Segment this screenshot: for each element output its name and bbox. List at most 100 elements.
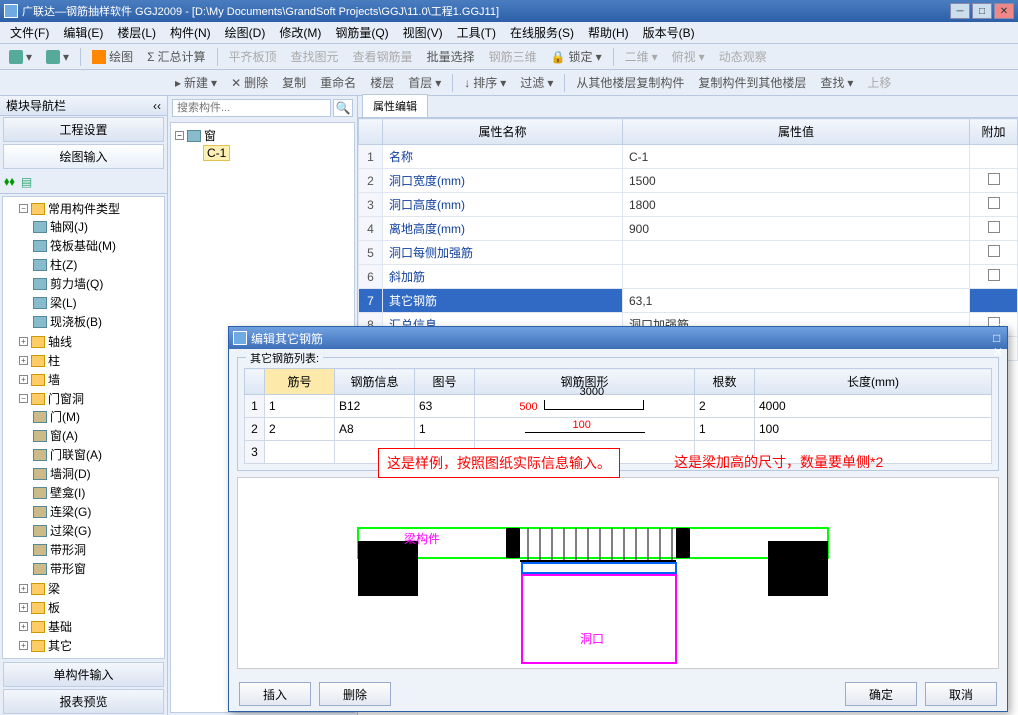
copy-to-floor-button[interactable]: 复制构件到其他楼层 — [693, 72, 811, 93]
batch-select-button[interactable]: 批量选择 — [422, 46, 480, 67]
first-floor-select[interactable]: 首层 ▾ — [403, 72, 446, 93]
cancel-button[interactable]: 取消 — [925, 682, 997, 706]
window-title: 广联达—钢筋抽样软件 GGJ2009 - [D:\My Documents\Gr… — [22, 3, 950, 19]
find-elem-button[interactable]: 查找图元 — [286, 46, 344, 67]
sum-calc-button[interactable]: Σ 汇总计算 — [142, 46, 210, 67]
filter-button[interactable]: 过滤 ▾ — [515, 72, 558, 93]
menu-item[interactable]: 绘图(D) — [219, 22, 272, 43]
nav-single-input[interactable]: 单构件输入 — [3, 662, 164, 687]
tree-item[interactable]: 柱(Z) — [33, 256, 162, 273]
tree-item[interactable]: 窗(A) — [33, 427, 162, 444]
tree-item[interactable]: 现浇板(B) — [33, 313, 162, 330]
align-slab-button[interactable]: 平齐板顶 — [224, 46, 282, 67]
tree-item[interactable]: 带形洞 — [33, 541, 162, 558]
menu-item[interactable]: 视图(V) — [397, 22, 449, 43]
component-c1[interactable]: C-1 — [203, 145, 230, 161]
tree-item[interactable]: 带形窗 — [33, 560, 162, 577]
beam-label: 梁构件 — [404, 531, 440, 546]
nav-draw-input[interactable]: 绘图输入 — [3, 144, 164, 169]
menu-item[interactable]: 在线服务(S) — [504, 22, 580, 43]
tree-item[interactable]: 门(M) — [33, 408, 162, 425]
menu-item[interactable]: 编辑(E) — [57, 22, 109, 43]
property-row[interactable]: 1名称C-1 — [359, 145, 1018, 169]
tree-item[interactable]: 过梁(G) — [33, 522, 162, 539]
menu-item[interactable]: 构件(N) — [164, 22, 217, 43]
edit-rebar-dialog: 编辑其它钢筋 ─ □ ✕ 其它钢筋列表: 筋号 钢筋信息 图号 钢筋图形 根数 … — [228, 326, 1008, 712]
tree-item[interactable]: 连梁(G) — [33, 503, 162, 520]
view-rebar-button[interactable]: 查看钢筋量 — [348, 46, 418, 67]
move-up-button[interactable]: 上移 — [862, 72, 896, 93]
dialog-minimize-button[interactable]: ─ — [993, 317, 1003, 331]
property-row[interactable]: 3洞口高度(mm)1800 — [359, 193, 1018, 217]
menu-item[interactable]: 帮助(H) — [582, 22, 635, 43]
menu-item[interactable]: 版本号(B) — [637, 22, 701, 43]
property-row[interactable]: 4离地高度(mm)900 — [359, 217, 1018, 241]
tree-cat[interactable]: +自定义 — [19, 656, 162, 659]
undo-button[interactable]: ▾ — [4, 48, 37, 66]
maximize-button[interactable]: □ — [972, 3, 992, 19]
tree-cat[interactable]: +柱 — [19, 352, 162, 369]
tree-item[interactable]: 墙洞(D) — [33, 465, 162, 482]
menu-item[interactable]: 修改(M) — [273, 22, 327, 43]
lock-button[interactable]: 🔒 锁定 ▾ — [546, 46, 607, 67]
property-row[interactable]: 2洞口宽度(mm)1500 — [359, 169, 1018, 193]
rebar-table-group: 其它钢筋列表: 筋号 钢筋信息 图号 钢筋图形 根数 长度(mm) 11B126… — [237, 357, 999, 471]
app-icon — [4, 4, 18, 18]
menu-item[interactable]: 工具(T) — [451, 22, 502, 43]
tree-item[interactable]: 轴网(J) — [33, 218, 162, 235]
redo-button[interactable]: ▾ — [41, 48, 74, 66]
dynamic-view-button[interactable]: 动态观察 — [714, 46, 772, 67]
close-button[interactable]: ✕ — [994, 3, 1014, 19]
ok-button[interactable]: 确定 — [845, 682, 917, 706]
nav-project-settings[interactable]: 工程设置 — [3, 117, 164, 142]
tree-item[interactable]: 筏板基础(M) — [33, 237, 162, 254]
menu-item[interactable]: 钢筋量(Q) — [329, 22, 394, 43]
toolbar-1: ▾ ▾ 绘图 Σ 汇总计算 平齐板顶 查找图元 查看钢筋量 批量选择 钢筋三维 … — [0, 44, 1018, 70]
delete-row-button[interactable]: 删除 — [319, 682, 391, 706]
draw-button[interactable]: 绘图 — [87, 46, 138, 67]
tree-item[interactable]: 剪力墙(Q) — [33, 275, 162, 292]
top-view-button[interactable]: 俯视 ▾ — [667, 46, 710, 67]
tree-item[interactable]: 门联窗(A) — [33, 446, 162, 463]
tree-cat[interactable]: +其它 — [19, 637, 162, 654]
property-row[interactable]: 5洞口每侧加强筋 — [359, 241, 1018, 265]
rebar-3d-button[interactable]: 钢筋三维 — [484, 46, 542, 67]
2d-button[interactable]: 二维 ▾ — [620, 46, 663, 67]
dialog-titlebar[interactable]: 编辑其它钢筋 ─ □ ✕ — [229, 327, 1007, 349]
rename-button[interactable]: 重命名 — [315, 72, 361, 93]
search-input[interactable] — [172, 99, 331, 117]
nav-collapse-icon[interactable]: ‹‹ — [153, 99, 161, 113]
new-button[interactable]: ▸ 新建 ▾ — [170, 72, 222, 93]
property-row[interactable]: 6斜加筋 — [359, 265, 1018, 289]
insert-button[interactable]: 插入 — [239, 682, 311, 706]
tree-cat[interactable]: +轴线 — [19, 333, 162, 350]
tree-cat[interactable]: +基础 — [19, 618, 162, 635]
tree-cat[interactable]: +墙 — [19, 371, 162, 388]
nav-report-preview[interactable]: 报表预览 — [3, 689, 164, 714]
tree-cat[interactable]: +板 — [19, 599, 162, 616]
tab-property-edit[interactable]: 属性编辑 — [362, 94, 428, 117]
rebar-row[interactable]: 11B1263500300024000 — [245, 395, 992, 418]
menu-item[interactable]: 文件(F) — [4, 22, 55, 43]
delete-button[interactable]: ✕ 删除 — [226, 72, 273, 93]
sort-button[interactable]: ↓ 排序 ▾ — [459, 72, 511, 93]
minimize-button[interactable]: ─ — [950, 3, 970, 19]
component-tree[interactable]: −常用构件类型 轴网(J)筏板基础(M)柱(Z)剪力墙(Q)梁(L)现浇板(B)… — [2, 196, 165, 659]
dialog-maximize-button[interactable]: □ — [993, 331, 1003, 345]
copy-from-floor-button[interactable]: 从其他楼层复制构件 — [571, 72, 689, 93]
tree-item[interactable]: 壁龛(I) — [33, 484, 162, 501]
rebar-row[interactable]: 22A811001100 — [245, 418, 992, 441]
rebar-table[interactable]: 筋号 钢筋信息 图号 钢筋图形 根数 长度(mm) 11B12635003000… — [244, 368, 992, 464]
tree-icon-1[interactable]: ⬧⬧ — [4, 174, 15, 189]
menu-item[interactable]: 楼层(L) — [111, 22, 162, 43]
rebar-row-empty[interactable]: 3 — [245, 441, 992, 464]
find-button[interactable]: 查找 ▾ — [815, 72, 858, 93]
left-nav-panel: 模块导航栏 ‹‹ 工程设置 绘图输入 ⬧⬧ ▤ −常用构件类型 轴网(J)筏板基… — [0, 96, 168, 715]
tree-item[interactable]: 梁(L) — [33, 294, 162, 311]
copy-button[interactable]: 复制 — [277, 72, 311, 93]
tree-cat[interactable]: +梁 — [19, 580, 162, 597]
window-titlebar: 广联达—钢筋抽样软件 GGJ2009 - [D:\My Documents\Gr… — [0, 0, 1018, 22]
tree-icon-2[interactable]: ▤ — [21, 175, 32, 189]
search-button[interactable]: 🔍 — [333, 99, 353, 117]
property-row[interactable]: 7其它钢筋63,1 — [359, 289, 1018, 313]
